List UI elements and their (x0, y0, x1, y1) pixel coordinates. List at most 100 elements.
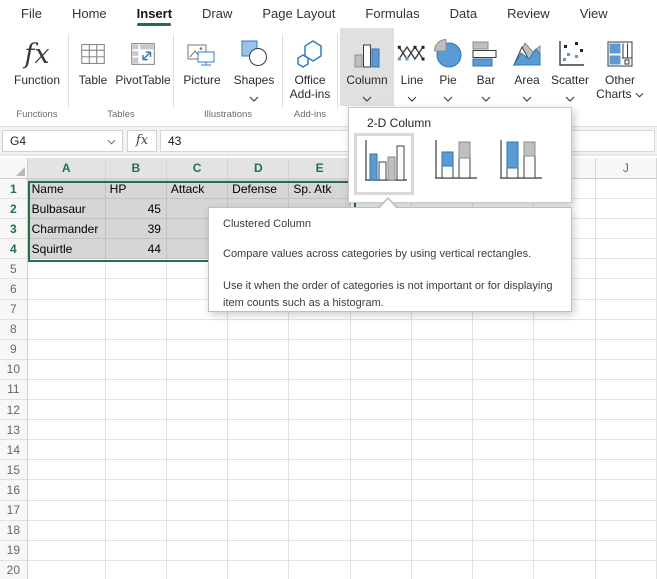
shapes-button[interactable]: Shapes (228, 28, 280, 106)
tab-draw[interactable]: Draw (187, 0, 247, 28)
cell-E11[interactable] (289, 379, 351, 401)
column-chart-button[interactable]: Column (340, 28, 394, 106)
cell-D18[interactable] (228, 520, 290, 541)
cell-B3[interactable]: 39 (105, 219, 167, 240)
cell-J17[interactable] (595, 500, 657, 521)
cell-F13[interactable] (350, 420, 412, 441)
chevron-down-icon[interactable] (522, 89, 532, 102)
cell-H19[interactable] (473, 540, 535, 561)
cell-G10[interactable] (411, 359, 474, 380)
row-header-2[interactable]: 2 (0, 199, 28, 220)
option-100-stacked-column[interactable] (494, 133, 544, 191)
cell-A1[interactable]: Name (27, 179, 106, 200)
cell-B12[interactable] (105, 400, 167, 421)
cell-A7[interactable] (27, 299, 106, 320)
cell-A19[interactable] (27, 540, 106, 561)
select-all-button[interactable] (0, 158, 28, 179)
tab-page-layout[interactable]: Page Layout (247, 0, 350, 28)
cell-J13[interactable] (595, 420, 657, 441)
cell-J20[interactable] (596, 560, 657, 579)
cell-J15[interactable] (595, 460, 657, 481)
cell-E19[interactable] (289, 540, 351, 561)
row-header-3[interactable]: 3 (0, 219, 28, 240)
cell-C12[interactable] (166, 400, 229, 421)
cell-B8[interactable] (105, 319, 167, 340)
column-header-D[interactable]: D (228, 158, 290, 179)
cell-J11[interactable] (595, 379, 657, 401)
row-header-14[interactable]: 14 (0, 440, 28, 461)
cell-D14[interactable] (228, 440, 290, 461)
cell-A8[interactable] (27, 319, 106, 340)
cell-A6[interactable] (27, 279, 106, 300)
line-chart-button[interactable]: Line (394, 28, 430, 106)
cell-A10[interactable] (27, 359, 106, 380)
row-header-12[interactable]: 12 (0, 400, 28, 421)
cell-A9[interactable] (27, 339, 106, 360)
row-header-16[interactable]: 16 (0, 480, 28, 501)
cell-D15[interactable] (228, 460, 290, 481)
row-header-6[interactable]: 6 (0, 279, 28, 300)
cell-G19[interactable] (411, 540, 474, 561)
cell-A5[interactable] (27, 259, 106, 280)
chevron-down-icon[interactable] (407, 89, 417, 102)
cell-D1[interactable]: Defense (228, 179, 290, 200)
cell-B15[interactable] (105, 460, 167, 481)
cell-G13[interactable] (411, 420, 474, 441)
cell-B18[interactable] (105, 520, 167, 541)
cell-I19[interactable] (534, 540, 596, 561)
cell-E15[interactable] (289, 460, 351, 481)
cell-C10[interactable] (166, 359, 229, 380)
chevron-down-icon[interactable] (249, 89, 259, 102)
cell-I17[interactable] (534, 500, 596, 521)
column-header-A[interactable]: A (27, 158, 106, 179)
row-header-7[interactable]: 7 (0, 299, 28, 320)
cell-J12[interactable] (595, 400, 657, 421)
table-button[interactable]: Table (71, 28, 115, 106)
row-header-17[interactable]: 17 (0, 500, 28, 521)
row-header-11[interactable]: 11 (0, 379, 28, 401)
cell-C11[interactable] (166, 379, 229, 401)
cell-A3[interactable]: Charmander (27, 219, 106, 240)
cell-B1[interactable]: HP (105, 179, 167, 200)
cell-E14[interactable] (289, 440, 351, 461)
cell-B13[interactable] (105, 420, 167, 441)
cell-F8[interactable] (350, 319, 412, 340)
tab-view[interactable]: View (565, 0, 623, 28)
cell-C8[interactable] (166, 319, 229, 340)
row-header-19[interactable]: 19 (0, 540, 28, 561)
cell-F16[interactable] (350, 480, 412, 501)
cell-I16[interactable] (534, 480, 596, 501)
cell-I15[interactable] (534, 460, 596, 481)
cell-A4[interactable]: Squirtle (27, 239, 106, 260)
row-header-5[interactable]: 5 (0, 259, 28, 280)
cell-B11[interactable] (105, 379, 167, 401)
cell-F10[interactable] (350, 359, 412, 380)
cell-C13[interactable] (166, 420, 229, 441)
other-charts-button[interactable]: Other Charts (592, 28, 648, 106)
cell-A17[interactable] (27, 500, 106, 521)
cell-I18[interactable] (534, 520, 596, 541)
cell-H15[interactable] (473, 460, 535, 481)
pie-chart-button[interactable]: Pie (430, 28, 466, 106)
cell-B19[interactable] (105, 540, 167, 561)
cell-D13[interactable] (228, 420, 290, 441)
cell-H11[interactable] (473, 379, 535, 401)
cell-D20[interactable] (228, 560, 290, 579)
cell-E13[interactable] (289, 420, 351, 441)
row-header-18[interactable]: 18 (0, 520, 28, 541)
cell-C1[interactable]: Attack (166, 179, 229, 200)
cell-B16[interactable] (105, 480, 167, 501)
cell-H20[interactable] (473, 560, 535, 579)
cell-G8[interactable] (411, 319, 474, 340)
function-button[interactable]: fx Function (8, 28, 66, 106)
row-header-10[interactable]: 10 (0, 359, 28, 380)
cell-A11[interactable] (27, 379, 106, 401)
column-header-B[interactable]: B (105, 158, 167, 179)
cell-I12[interactable] (534, 400, 596, 421)
cell-F20[interactable] (351, 560, 412, 579)
cell-G20[interactable] (412, 560, 474, 579)
row-header-20[interactable]: 20 (0, 560, 28, 579)
cell-F14[interactable] (350, 440, 412, 461)
cell-F9[interactable] (350, 339, 412, 360)
chevron-down-icon[interactable] (362, 89, 372, 102)
